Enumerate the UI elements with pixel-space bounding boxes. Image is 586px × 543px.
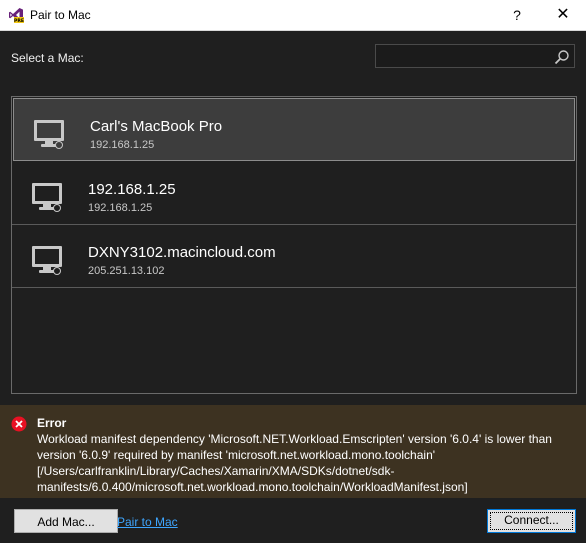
svg-text:PRE: PRE xyxy=(14,18,24,23)
mac-list-item[interactable]: Carl's MacBook Pro 192.168.1.25 xyxy=(13,98,575,161)
visual-studio-preview-icon: PRE xyxy=(9,8,24,23)
mac-name: 192.168.1.25 xyxy=(88,181,176,198)
mac-name: Carl's MacBook Pro xyxy=(90,118,223,135)
select-mac-label: Select a Mac: xyxy=(11,51,84,65)
pair-to-mac-link[interactable]: Pair to Mac xyxy=(117,515,178,529)
search-box[interactable] xyxy=(375,44,575,68)
connect-button[interactable]: Connect... xyxy=(487,509,576,533)
add-mac-button[interactable]: Add Mac... xyxy=(14,509,118,533)
mac-address: 192.168.1.25 xyxy=(90,139,155,151)
focus-ring xyxy=(490,512,573,530)
mac-list-item[interactable]: DXNY3102.macincloud.com 205.251.13.102 xyxy=(12,225,576,288)
window-title: Pair to Mac xyxy=(30,8,91,22)
error-panel: Error Workload manifest dependency 'Micr… xyxy=(0,405,586,498)
help-button[interactable]: ? xyxy=(500,0,534,30)
mac-computer-icon xyxy=(32,183,62,212)
close-button[interactable]: ✕ xyxy=(540,0,586,30)
search-input[interactable] xyxy=(376,45,560,67)
search-icon[interactable] xyxy=(554,49,570,65)
title-bar: PRE Pair to Mac ? ✕ xyxy=(0,0,586,31)
mac-address: 205.251.13.102 xyxy=(88,265,165,277)
mac-computer-icon xyxy=(34,120,64,149)
error-title: Error xyxy=(37,416,67,430)
mac-list-item[interactable]: 192.168.1.25 192.168.1.25 xyxy=(12,162,576,225)
mac-name: DXNY3102.macincloud.com xyxy=(88,244,276,261)
error-icon xyxy=(11,416,27,432)
error-message: Workload manifest dependency 'Microsoft.… xyxy=(37,432,552,494)
mac-computer-icon xyxy=(32,246,62,275)
mac-list: Carl's MacBook Pro 192.168.1.25 192.168.… xyxy=(11,96,577,394)
mac-address: 192.168.1.25 xyxy=(88,202,153,214)
